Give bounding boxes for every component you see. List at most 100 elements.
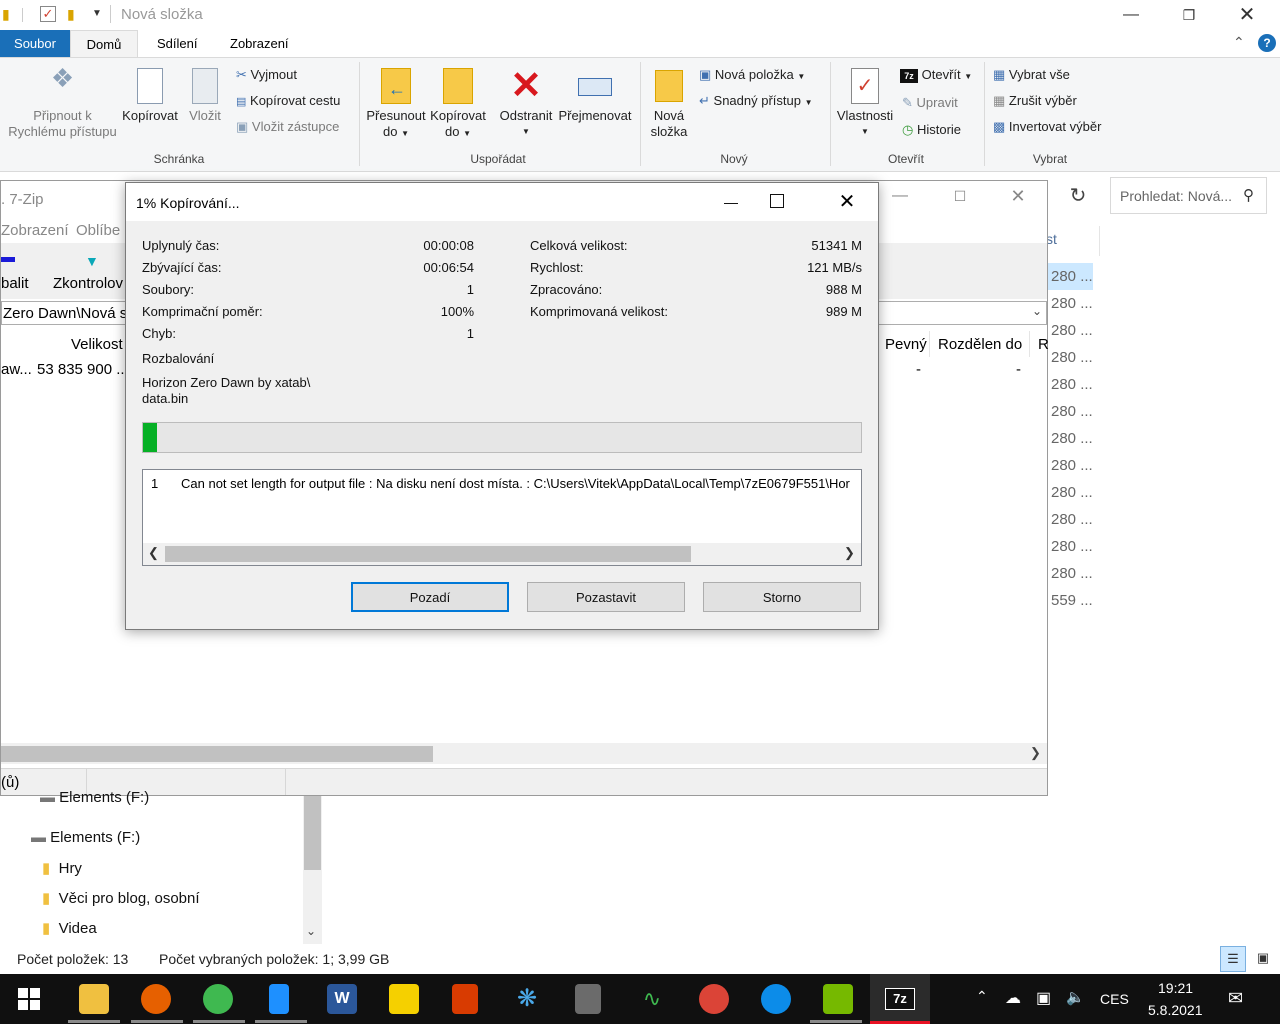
sevenzip-close-button[interactable]: ✕	[989, 181, 1047, 211]
menu-view[interactable]: Zobrazení	[1, 222, 69, 239]
chrome-icon[interactable]	[699, 984, 729, 1014]
nav-folder-blog[interactable]: ▮ Věci pro blog, osobní	[42, 889, 200, 907]
edge-icon[interactable]	[761, 984, 791, 1014]
select-all-icon: ▦	[993, 67, 1006, 82]
minimize-button[interactable]: —	[1102, 0, 1160, 30]
restore-button[interactable]: ❐	[1160, 0, 1218, 30]
sevenzip-minimize-button[interactable]: —	[871, 181, 929, 211]
invert-selection-button[interactable]: ▩ Invertovat výběr	[993, 119, 1101, 135]
select-none-button[interactable]: ▦ Zrušit výběr	[993, 93, 1077, 109]
column-r[interactable]: R	[1038, 336, 1049, 353]
error-list-hscrollbar[interactable]: ❮ ❯	[143, 543, 861, 565]
cloud-icon[interactable]: ☁	[1005, 988, 1021, 1008]
calculator-icon[interactable]	[575, 984, 601, 1014]
scroll-right-arrow-icon[interactable]: ❯	[844, 545, 855, 561]
error-list-scroll-thumb[interactable]	[165, 546, 691, 562]
show-hidden-icons-icon[interactable]: ⌃	[976, 988, 988, 1005]
paste-button[interactable]: Vložit	[185, 66, 225, 124]
details-view-icon[interactable]: ☰	[1220, 946, 1246, 972]
sevenzip-scroll-thumb[interactable]	[1, 746, 433, 762]
cancel-button[interactable]: Storno	[703, 582, 861, 612]
new-item-button[interactable]: ▣ Nová položka ▼	[699, 67, 805, 85]
rename-icon	[578, 78, 612, 96]
nav-scroll-thumb[interactable]	[304, 796, 321, 870]
scroll-right-arrow-icon[interactable]: ❯	[1030, 745, 1041, 761]
dialog-minimize-button[interactable]: —	[712, 187, 750, 217]
row-name[interactable]: aw...	[1, 361, 32, 378]
pin-quick-access-button[interactable]: ❖ Připnout k Rychlému přístupu	[5, 65, 120, 140]
customize-quick-access-chevron-icon[interactable]: ▼	[92, 8, 102, 19]
copy-button[interactable]: Kopírovat	[118, 66, 182, 124]
paste-shortcut-button[interactable]: ▣ Vložit zástupce	[236, 119, 339, 135]
nav-drive-partial[interactable]: ▬ Elements (F:)	[40, 789, 149, 806]
scroll-left-arrow-icon[interactable]: ❮	[148, 545, 159, 561]
tab-home[interactable]: Domů	[70, 30, 138, 57]
clock-time[interactable]: 19:21	[1158, 980, 1193, 996]
tab-share[interactable]: Sdílení	[143, 30, 211, 57]
search-box[interactable]: Prohledat: Nová... ⚲	[1110, 177, 1267, 214]
cut-button[interactable]: ✂ Vyjmout	[236, 67, 297, 83]
monitor-app-icon[interactable]: ∿	[637, 984, 667, 1014]
menu-favorites[interactable]: Oblíbe	[76, 222, 120, 239]
path-dropdown-chevron-icon[interactable]: ⌄	[1032, 304, 1042, 318]
sticky-notes-icon[interactable]	[389, 984, 419, 1014]
background-button[interactable]: Pozadí	[351, 582, 509, 612]
open-button[interactable]: 7z Otevřít ▼	[900, 67, 972, 85]
error-message[interactable]: Can not set length for output file : Na …	[181, 476, 859, 491]
nvidia-icon[interactable]	[823, 984, 853, 1014]
clock-date[interactable]: 5.8.2021	[1148, 1002, 1203, 1018]
windows-start-icon[interactable]	[18, 988, 40, 1010]
dialog-close-button[interactable]: ✕	[828, 187, 866, 217]
nav-folder-hry[interactable]: ▮ Hry	[42, 859, 82, 877]
volume-icon[interactable]: 🔈	[1066, 988, 1085, 1006]
tab-view[interactable]: Zobrazení	[216, 30, 303, 57]
close-button[interactable]: ✕	[1218, 0, 1276, 30]
phone-app-icon[interactable]	[269, 984, 289, 1014]
nav-drive[interactable]: ▬ Elements (F:)	[31, 829, 140, 846]
hardware-app-icon[interactable]: ❋	[512, 984, 542, 1014]
properties-check-icon[interactable]: ✓	[40, 6, 56, 22]
invert-selection-label: Invertovat výběr	[1008, 119, 1102, 134]
nav-folder-videa[interactable]: ▮ Videa	[42, 919, 97, 937]
sevenzip-taskbar-button[interactable]: 7z	[870, 974, 930, 1024]
input-language[interactable]: CES	[1100, 991, 1129, 1007]
tab-file[interactable]: Soubor	[0, 30, 70, 57]
properties-button[interactable]: ✓ Vlastnosti ▼	[834, 66, 896, 140]
pause-button[interactable]: Pozastavit	[527, 582, 685, 612]
column-fixed[interactable]: Pevný	[885, 336, 927, 353]
history-button[interactable]: ◷ Historie	[902, 122, 961, 138]
column-split[interactable]: Rozdělen do	[938, 336, 1022, 353]
move-to-button[interactable]: ← Přesunout do ▼	[364, 66, 428, 142]
sevenzip-maximize-button[interactable]: ☐	[931, 181, 989, 211]
extract-icon	[1, 257, 15, 262]
office-icon[interactable]	[452, 984, 478, 1014]
toolbar-test-button[interactable]: Zkontrolov	[53, 275, 123, 292]
file-explorer-icon[interactable]	[79, 984, 109, 1014]
notifications-icon[interactable]: ✉	[1228, 988, 1243, 1009]
new-folder-button[interactable]: Nová složka	[647, 66, 691, 140]
move-to-label-line2: do ▼	[382, 124, 409, 139]
error-list[interactable]: 1 Can not set length for output file : N…	[142, 469, 862, 566]
new-folder-quick-icon[interactable]: ▮	[67, 6, 75, 23]
network-icon[interactable]: ▣	[1036, 988, 1051, 1008]
word-icon[interactable]: W	[327, 984, 357, 1014]
column-size[interactable]: Velikost	[71, 336, 123, 353]
search-input[interactable]: Prohledat: Nová...	[1120, 188, 1232, 204]
edit-button[interactable]: ✎ Upravit	[902, 95, 958, 111]
dialog-maximize-button[interactable]	[770, 194, 784, 208]
large-icons-view-icon[interactable]: ▣	[1250, 946, 1276, 972]
delete-button[interactable]: ✕ Odstranit ▼	[496, 66, 556, 140]
help-icon[interactable]: ?	[1258, 34, 1276, 52]
select-all-button[interactable]: ▦ Vybrat vše	[993, 67, 1070, 83]
rename-button[interactable]: Přejmenovat	[556, 66, 634, 124]
collapse-ribbon-icon[interactable]: ⌃	[1233, 34, 1245, 51]
copy-to-button[interactable]: Kopírovat do ▼	[426, 66, 490, 142]
toolbar-extract-button[interactable]: balit	[1, 275, 29, 292]
refresh-icon[interactable]: ↻	[1056, 180, 1100, 212]
nav-scroll-down-icon[interactable]: ⌄	[306, 924, 316, 938]
nav-scrollbar[interactable]: ⌄	[303, 796, 322, 944]
easy-access-button[interactable]: ↵ Snadný přístup ▼	[699, 93, 813, 111]
chat-app-icon[interactable]	[203, 984, 233, 1014]
firefox-icon[interactable]	[141, 984, 171, 1014]
copy-path-button[interactable]: ▤ Kopírovat cestu	[236, 93, 340, 110]
